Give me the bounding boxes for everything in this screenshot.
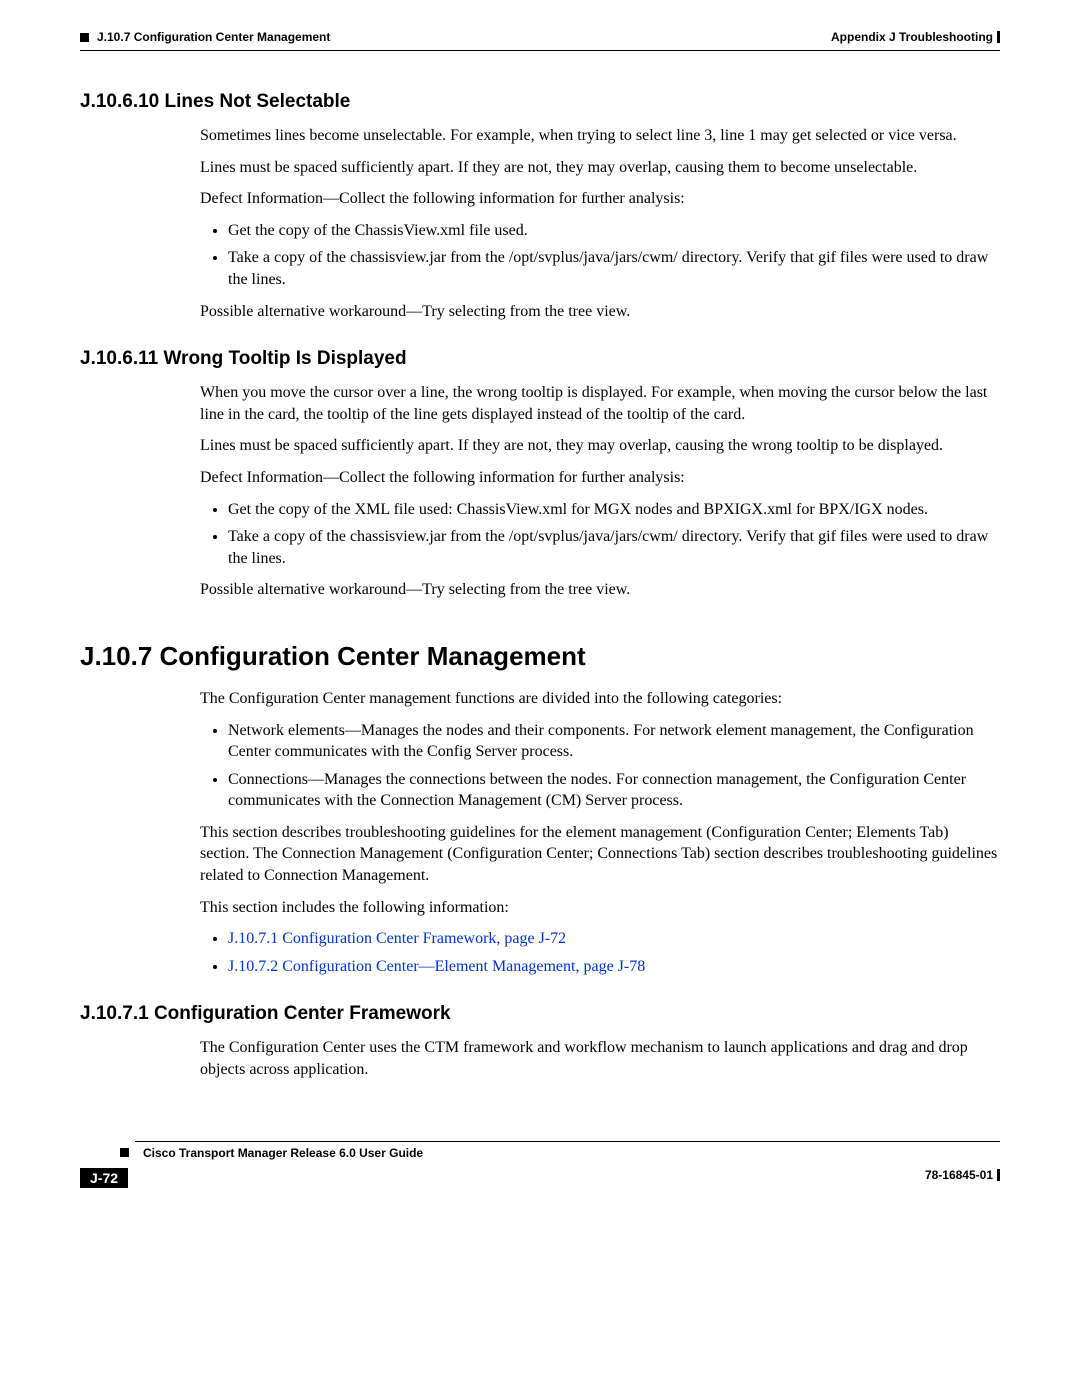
list-item: J.10.7.1 Configuration Center Framework,… [228, 928, 1000, 950]
list-item: Get the copy of the XML file used: Chass… [228, 499, 1000, 521]
vertical-rule-icon [997, 31, 1000, 43]
header-section-label: J.10.7 Configuration Center Management [97, 30, 330, 44]
list-item: Connections—Manages the connections betw… [228, 769, 1000, 812]
paragraph: The Configuration Center uses the CTM fr… [200, 1037, 1000, 1080]
paragraph: The Configuration Center management func… [200, 688, 1000, 710]
list-item: J.10.7.2 Configuration Center—Element Ma… [228, 956, 1000, 978]
paragraph: Possible alternative workaround—Try sele… [200, 579, 1000, 601]
body-block: The Configuration Center uses the CTM fr… [200, 1037, 1000, 1080]
list-item: Take a copy of the chassisview.jar from … [228, 526, 1000, 569]
bullet-list: Get the copy of the ChassisView.xml file… [200, 220, 1000, 291]
document-page: J.10.7 Configuration Center Management A… [0, 0, 1080, 1248]
paragraph: Lines must be spaced sufficiently apart.… [200, 157, 1000, 179]
list-item: Get the copy of the ChassisView.xml file… [228, 220, 1000, 242]
body-block: When you move the cursor over a line, th… [200, 382, 1000, 601]
vertical-rule-icon [997, 1169, 1000, 1181]
bullet-list: Network elements—Manages the nodes and t… [200, 720, 1000, 812]
footer-book-title: Cisco Transport Manager Release 6.0 User… [143, 1146, 423, 1160]
heading-lines-not-selectable: J.10.6.10 Lines Not Selectable [80, 91, 1000, 113]
heading-config-center-management: J.10.7 Configuration Center Management [80, 641, 1000, 672]
running-header: J.10.7 Configuration Center Management A… [80, 30, 1000, 44]
paragraph: Lines must be spaced sufficiently apart.… [200, 435, 1000, 457]
list-item: Network elements—Manages the nodes and t… [228, 720, 1000, 763]
paragraph: This section describes troubleshooting g… [200, 822, 1000, 887]
link-list: J.10.7.1 Configuration Center Framework,… [200, 928, 1000, 977]
paragraph: Defect Information—Collect the following… [200, 188, 1000, 210]
page-number: J-72 [80, 1168, 128, 1188]
header-right: Appendix J Troubleshooting [831, 30, 1000, 44]
paragraph: This section includes the following info… [200, 897, 1000, 919]
paragraph: Sometimes lines become unselectable. For… [200, 125, 1000, 147]
square-bullet-icon [80, 33, 89, 42]
xref-link[interactable]: J.10.7.2 Configuration Center—Element Ma… [228, 958, 645, 975]
paragraph: Defect Information—Collect the following… [200, 467, 1000, 489]
square-bullet-icon [120, 1148, 129, 1157]
footer-rule [135, 1141, 1000, 1142]
page-number-tab: J-72 [80, 1168, 128, 1188]
header-left: J.10.7 Configuration Center Management [80, 30, 330, 44]
header-rule [80, 50, 1000, 51]
bullet-list: Get the copy of the XML file used: Chass… [200, 499, 1000, 570]
running-footer: Cisco Transport Manager Release 6.0 User… [80, 1141, 1000, 1188]
doc-number-text: 78-16845-01 [925, 1168, 993, 1182]
doc-number: 78-16845-01 [925, 1168, 1000, 1182]
paragraph: When you move the cursor over a line, th… [200, 382, 1000, 425]
heading-wrong-tooltip: J.10.6.11 Wrong Tooltip Is Displayed [80, 348, 1000, 370]
xref-link[interactable]: J.10.7.1 Configuration Center Framework,… [228, 930, 566, 947]
body-block: The Configuration Center management func… [200, 688, 1000, 978]
list-item: Take a copy of the chassisview.jar from … [228, 247, 1000, 290]
heading-config-center-framework: J.10.7.1 Configuration Center Framework [80, 1003, 1000, 1025]
body-block: Sometimes lines become unselectable. For… [200, 125, 1000, 322]
paragraph: Possible alternative workaround—Try sele… [200, 301, 1000, 323]
footer-bottom: J-72 78-16845-01 [80, 1162, 1000, 1188]
footer-row: Cisco Transport Manager Release 6.0 User… [80, 1146, 1000, 1160]
header-appendix-label: Appendix J Troubleshooting [831, 30, 993, 44]
